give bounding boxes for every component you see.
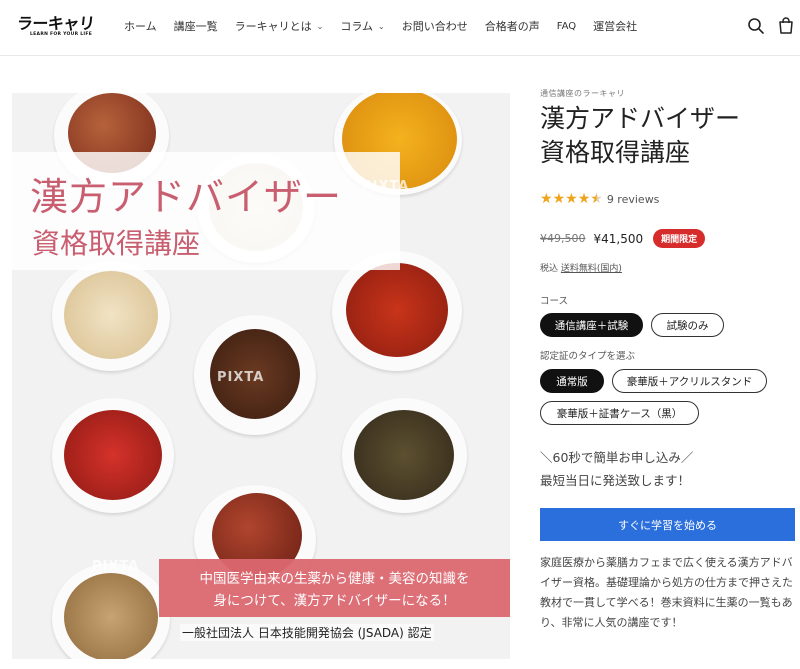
nav-label: ラーキャリとは [234,20,312,33]
tax-shipping-note: 税込 送料無料(国内) [540,261,622,274]
bowl-goji [52,398,174,513]
cert-option-deluxe-acrylic[interactable]: 豪華版＋アクリルスタンド [612,369,767,393]
bowl-longan [52,563,170,659]
nav-label: 講座一覧 [173,20,218,33]
nav-item-home[interactable]: ホーム [124,18,157,34]
main-nav: ホーム 講座一覧 ラーキャリとは ⌄ コラム ⌄ お問い合わせ 合格者の声 FAQ … [124,18,654,34]
nav-item-column[interactable]: コラム ⌄ [340,18,384,34]
nav-label: FAQ [556,20,577,32]
star-full-icon: ★ [577,191,591,207]
hero-catch-line1: 中国医学由来の生薬から健康・美容の知識を [199,571,470,587]
bowl-licorice [52,261,170,371]
course-option-full[interactable]: 通信講座＋試験 [540,313,643,337]
hero-certification-credit: 一般社団法人 日本技能開発協会 (JSADA) 認定 [180,624,434,641]
product-title-line1: 漢方アドバイザー [540,104,741,133]
sale-badge: 期間限定 [653,229,706,248]
hero-title-line1: 漢方アドバイザー [30,175,343,219]
shipping-link[interactable]: 送料無料(国内) [561,264,622,274]
nav-item-about[interactable]: ラーキャリとは ⌄ [235,18,324,34]
product-vendor: 通信講座のラーキャリ [540,89,625,98]
hero-catch-line2: 身につけて、漢方アドバイザーになる！ [213,593,456,609]
nav-label: ホーム [124,20,157,33]
hero-title-line2: 資格取得講座 [32,227,201,260]
price-original: ¥49,500 [540,232,586,245]
chevron-down-icon: ⌄ [378,21,385,31]
tax-label: 税込 [540,264,559,274]
bowl-sichuan-pepper [342,398,467,513]
cert-option-deluxe-case[interactable]: 豪華版＋証書ケース（黒） [540,401,699,425]
star-full-icon: ★ [565,191,578,207]
nav-item-testimonials[interactable]: 合格者の声 [485,18,540,34]
start-learning-button[interactable]: すぐに学習を始める [540,508,795,541]
logo-tagline: LEARN FOR YOUR LIFE [30,32,93,37]
nav-item-contact[interactable]: お問い合わせ [402,18,468,34]
nav-label: 運営会社 [593,20,638,33]
rating[interactable]: ★ ★ ★ ★ ★ 9 reviews [540,192,659,206]
site-logo[interactable]: ラーキャリ LEARN FOR YOUR LIFE [15,10,97,40]
nav-label: コラム [340,20,374,33]
review-count: 9 reviews [606,192,660,206]
cert-option-standard[interactable]: 通常版 [540,369,604,393]
chevron-down-icon: ⌄ [316,21,324,31]
promo-line1: ＼60秒で簡単お申し込み／ [540,450,694,465]
cert-type-label: 認定証のタイプを選ぶ [540,351,636,362]
star-half-icon: ★ [590,191,603,207]
site-header: ラーキャリ LEARN FOR YOUR LIFE ホーム 講座一覧 ラーキャリ… [0,0,800,56]
course-option-exam-only[interactable]: 試験のみ [651,313,724,337]
hero-catchcopy-box: 中国医学由来の生薬から健康・美容の知識を 身につけて、漢方アドバイザーになる！ [159,559,510,617]
price-row: ¥49,500 ¥41,500 期間限定 [540,229,706,248]
course-label: コース [540,296,569,307]
nav-label: 合格者の声 [484,20,540,33]
product-title-line2: 資格取得講座 [540,138,691,167]
watermark: PIXTA [217,370,265,385]
watermark: PIXTA [92,559,140,574]
nav-item-courses[interactable]: 講座一覧 [174,18,218,34]
hero-title-box: 漢方アドバイザー 資格取得講座 [12,152,400,270]
price-sale: ¥41,500 [593,231,644,246]
cart-icon[interactable] [777,17,795,35]
star-full-icon: ★ [540,191,553,207]
promo-line2: 最短当日に発送致します！ [540,473,691,488]
logo-text: ラーキャリ [15,14,96,33]
star-full-icon: ★ [552,191,566,207]
search-icon[interactable] [747,17,765,35]
product-hero-image[interactable]: PIXTA PIXTA PIXTA 漢方アドバイザー 資格取得講座 中国医学由来… [12,93,510,659]
nav-item-faq[interactable]: FAQ [557,21,576,32]
product-title: 漢方アドバイザー 資格取得講座 [540,102,740,170]
product-description: 家庭医療から薬膳カフェまで広く使える漢方アドバイザー資格。基礎理論から処方の仕方… [540,556,793,629]
nav-label: お問い合わせ [401,20,468,33]
nav-item-company[interactable]: 運営会社 [593,18,637,34]
